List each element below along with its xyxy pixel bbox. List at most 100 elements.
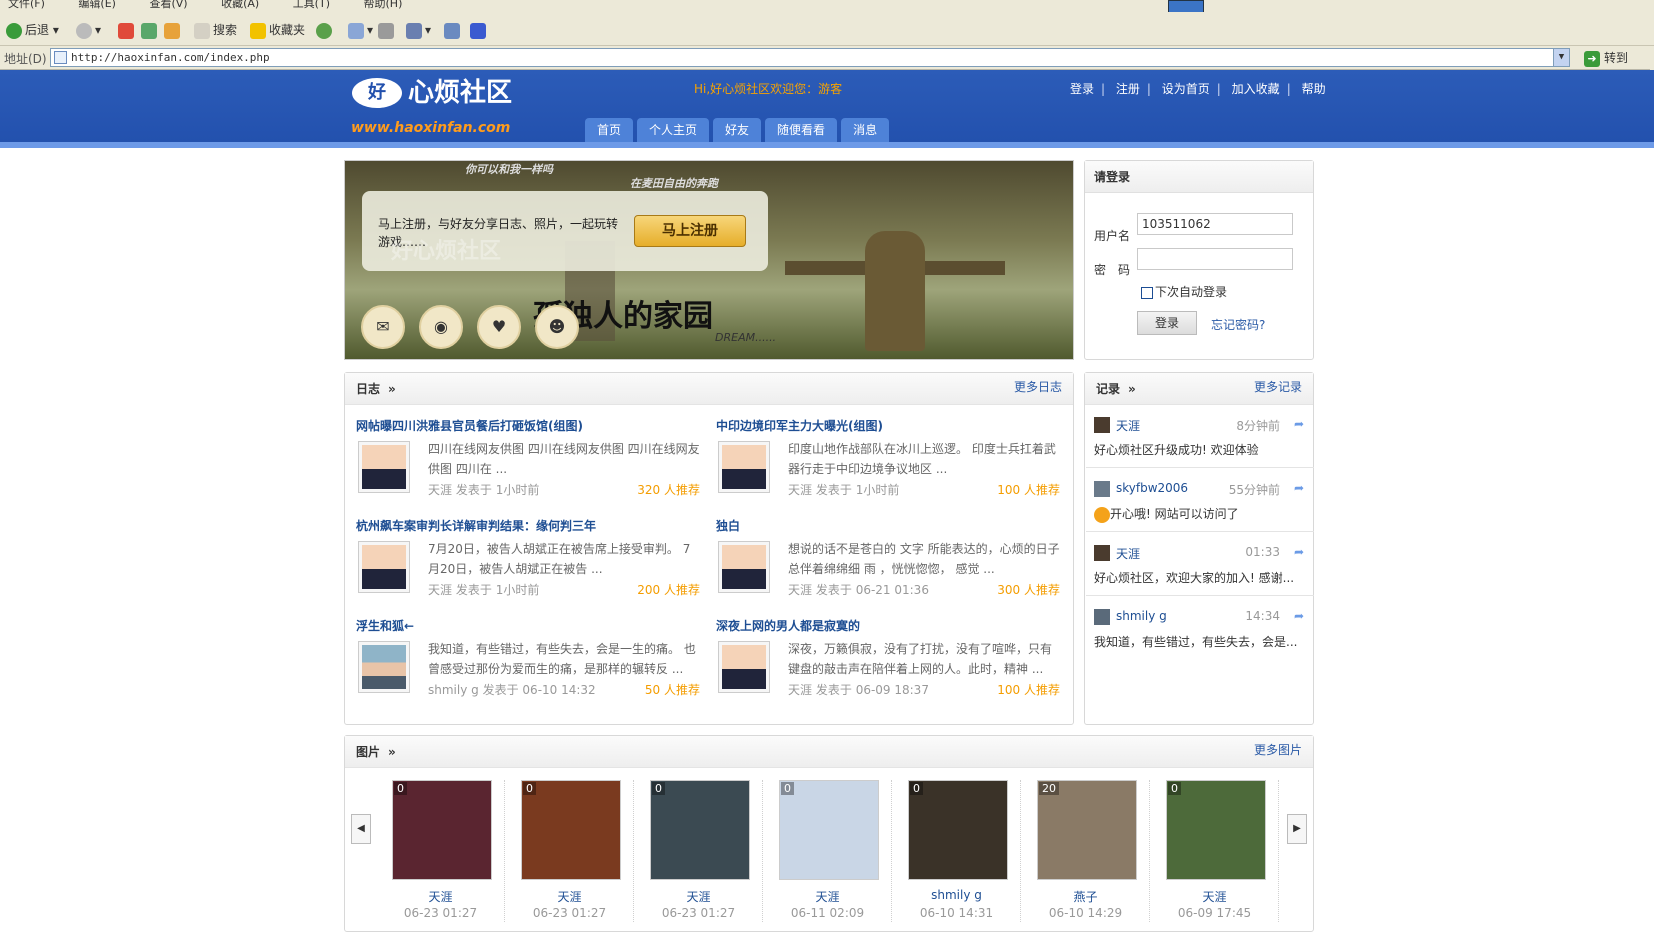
- messenger-button[interactable]: [470, 20, 489, 40]
- photo-thumbnail[interactable]: [908, 780, 1008, 880]
- edit-button[interactable]: ▾: [406, 20, 431, 40]
- blog-author[interactable]: 天涯: [428, 583, 452, 597]
- blog-author[interactable]: 天涯: [788, 683, 812, 697]
- remember-me-checkbox[interactable]: 下次自动登录: [1141, 283, 1227, 300]
- avatar[interactable]: [358, 641, 410, 693]
- share-icon[interactable]: ➦: [1294, 609, 1304, 623]
- share-icon[interactable]: ➦: [1294, 481, 1304, 495]
- photo-author[interactable]: shmily g: [892, 888, 1021, 902]
- photo-thumbnail[interactable]: [650, 780, 750, 880]
- photo-thumbnail[interactable]: [392, 780, 492, 880]
- heart-feature-icon[interactable]: ♥: [477, 305, 521, 349]
- home-button[interactable]: [164, 20, 183, 40]
- set-homepage-link[interactable]: 设为首页: [1162, 82, 1210, 96]
- menu-tools[interactable]: 工具(T): [285, 0, 330, 9]
- blog-author[interactable]: 天涯: [428, 483, 452, 497]
- address-input[interactable]: http://haoxinfan.com/index.php ▼: [50, 48, 1570, 67]
- discuss-button[interactable]: [444, 20, 463, 40]
- photo-item[interactable]: 0 天涯 06-23 01:27: [505, 780, 634, 922]
- photo-author[interactable]: 天涯: [763, 888, 892, 905]
- blog-author[interactable]: 天涯: [788, 483, 812, 497]
- login-link[interactable]: 登录: [1070, 82, 1094, 96]
- stop-button[interactable]: [118, 20, 137, 40]
- scrollbar[interactable]: [1650, 46, 1654, 70]
- help-link[interactable]: 帮助: [1302, 82, 1326, 96]
- blog-title[interactable]: 网帖曝四川洪雅县官员餐后打砸饭馆(组图): [356, 417, 583, 434]
- carousel-prev-button[interactable]: ◀: [351, 814, 371, 844]
- avatar[interactable]: [1094, 609, 1110, 625]
- blog-feature-icon[interactable]: ✉: [361, 305, 405, 349]
- blog-title[interactable]: 深夜上网的男人都是寂寞的: [716, 617, 860, 634]
- photo-author[interactable]: 天涯: [1150, 888, 1279, 905]
- avatar[interactable]: [718, 641, 770, 693]
- record-author[interactable]: skyfbw2006: [1116, 481, 1188, 495]
- blog-author[interactable]: 天涯: [788, 583, 812, 597]
- refresh-button[interactable]: [141, 20, 160, 40]
- avatar[interactable]: [358, 441, 410, 493]
- forward-button[interactable]: ▾: [76, 20, 101, 40]
- photo-thumbnail[interactable]: [1166, 780, 1266, 880]
- menu-favorites[interactable]: 收藏(A): [213, 0, 259, 9]
- tab-home[interactable]: 首页: [585, 118, 634, 142]
- avatar[interactable]: [1094, 481, 1110, 497]
- photo-author[interactable]: 天涯: [505, 888, 634, 905]
- record-author[interactable]: 天涯: [1116, 545, 1140, 562]
- mail-button[interactable]: ▾: [348, 20, 373, 40]
- add-favorite-link[interactable]: 加入收藏: [1232, 82, 1280, 96]
- photo-thumbnail[interactable]: [521, 780, 621, 880]
- camera-feature-icon[interactable]: ◉: [419, 305, 463, 349]
- avatar[interactable]: [1094, 545, 1110, 561]
- go-button[interactable]: ➜ 转到: [1584, 49, 1628, 67]
- menu-edit[interactable]: 编辑(E): [70, 0, 116, 9]
- blog-title[interactable]: 独白: [716, 517, 740, 534]
- avatar[interactable]: [1094, 417, 1110, 433]
- photo-thumbnail[interactable]: [779, 780, 879, 880]
- menu-view[interactable]: 查看(V): [141, 0, 187, 9]
- tab-messages[interactable]: 消息: [841, 118, 890, 142]
- blog-title[interactable]: 杭州飙车案审判长详解审判结果：缘何判三年: [356, 517, 596, 534]
- password-field[interactable]: [1137, 248, 1293, 270]
- carousel-next-button[interactable]: ▶: [1287, 814, 1307, 844]
- search-button[interactable]: 搜索: [194, 20, 237, 40]
- photo-item[interactable]: 0 天涯 06-09 17:45: [1150, 780, 1279, 922]
- menu-file[interactable]: 文件(F): [0, 0, 45, 9]
- register-link[interactable]: 注册: [1116, 82, 1140, 96]
- back-button[interactable]: 后退 ▾: [6, 20, 59, 40]
- share-icon[interactable]: ➦: [1294, 417, 1304, 431]
- blog-title[interactable]: 中印边境印军主力大曝光(组图): [716, 417, 883, 434]
- avatar[interactable]: [358, 541, 410, 593]
- record-author[interactable]: shmily g: [1116, 609, 1167, 623]
- more-records-link[interactable]: 更多记录: [1254, 373, 1302, 401]
- blog-author[interactable]: shmily g: [428, 683, 479, 697]
- more-photos-link[interactable]: 更多图片: [1254, 736, 1302, 764]
- username-field[interactable]: 103511062: [1137, 213, 1293, 235]
- friends-feature-icon[interactable]: ☻: [535, 305, 579, 349]
- more-blogs-link[interactable]: 更多日志: [1014, 373, 1062, 401]
- site-logo[interactable]: 好 心烦社区: [352, 78, 552, 108]
- forgot-password-link[interactable]: 忘记密码?: [1211, 316, 1265, 333]
- register-now-button[interactable]: 马上注册: [634, 215, 746, 247]
- favorites-button[interactable]: 收藏夹: [250, 20, 305, 40]
- address-dropdown-button[interactable]: ▼: [1553, 49, 1569, 66]
- photo-item[interactable]: 0 天涯 06-23 01:27: [634, 780, 763, 922]
- avatar[interactable]: [718, 541, 770, 593]
- photo-author[interactable]: 天涯: [376, 888, 505, 905]
- blog-title[interactable]: 浮生和狐←: [356, 617, 414, 634]
- history-button[interactable]: [316, 20, 335, 40]
- tab-friends[interactable]: 好友: [713, 118, 762, 142]
- photo-item[interactable]: 20 燕子 06-10 14:29: [1021, 780, 1150, 922]
- print-button[interactable]: [378, 20, 397, 40]
- login-button[interactable]: 登录: [1137, 311, 1197, 335]
- photo-author[interactable]: 燕子: [1021, 888, 1150, 905]
- photo-item[interactable]: 0 shmily g 06-10 14:31: [892, 780, 1021, 922]
- photo-thumbnail[interactable]: [1037, 780, 1137, 880]
- share-icon[interactable]: ➦: [1294, 545, 1304, 559]
- tab-profile[interactable]: 个人主页: [637, 118, 710, 142]
- tab-browse[interactable]: 随便看看: [765, 118, 838, 142]
- menu-help[interactable]: 帮助(H): [356, 0, 403, 9]
- photo-item[interactable]: 0 天涯 06-23 01:27: [376, 780, 505, 922]
- photo-author[interactable]: 天涯: [634, 888, 763, 905]
- avatar[interactable]: [718, 441, 770, 493]
- photo-item[interactable]: 0 天涯 06-11 02:09: [763, 780, 892, 922]
- record-author[interactable]: 天涯: [1116, 417, 1140, 434]
